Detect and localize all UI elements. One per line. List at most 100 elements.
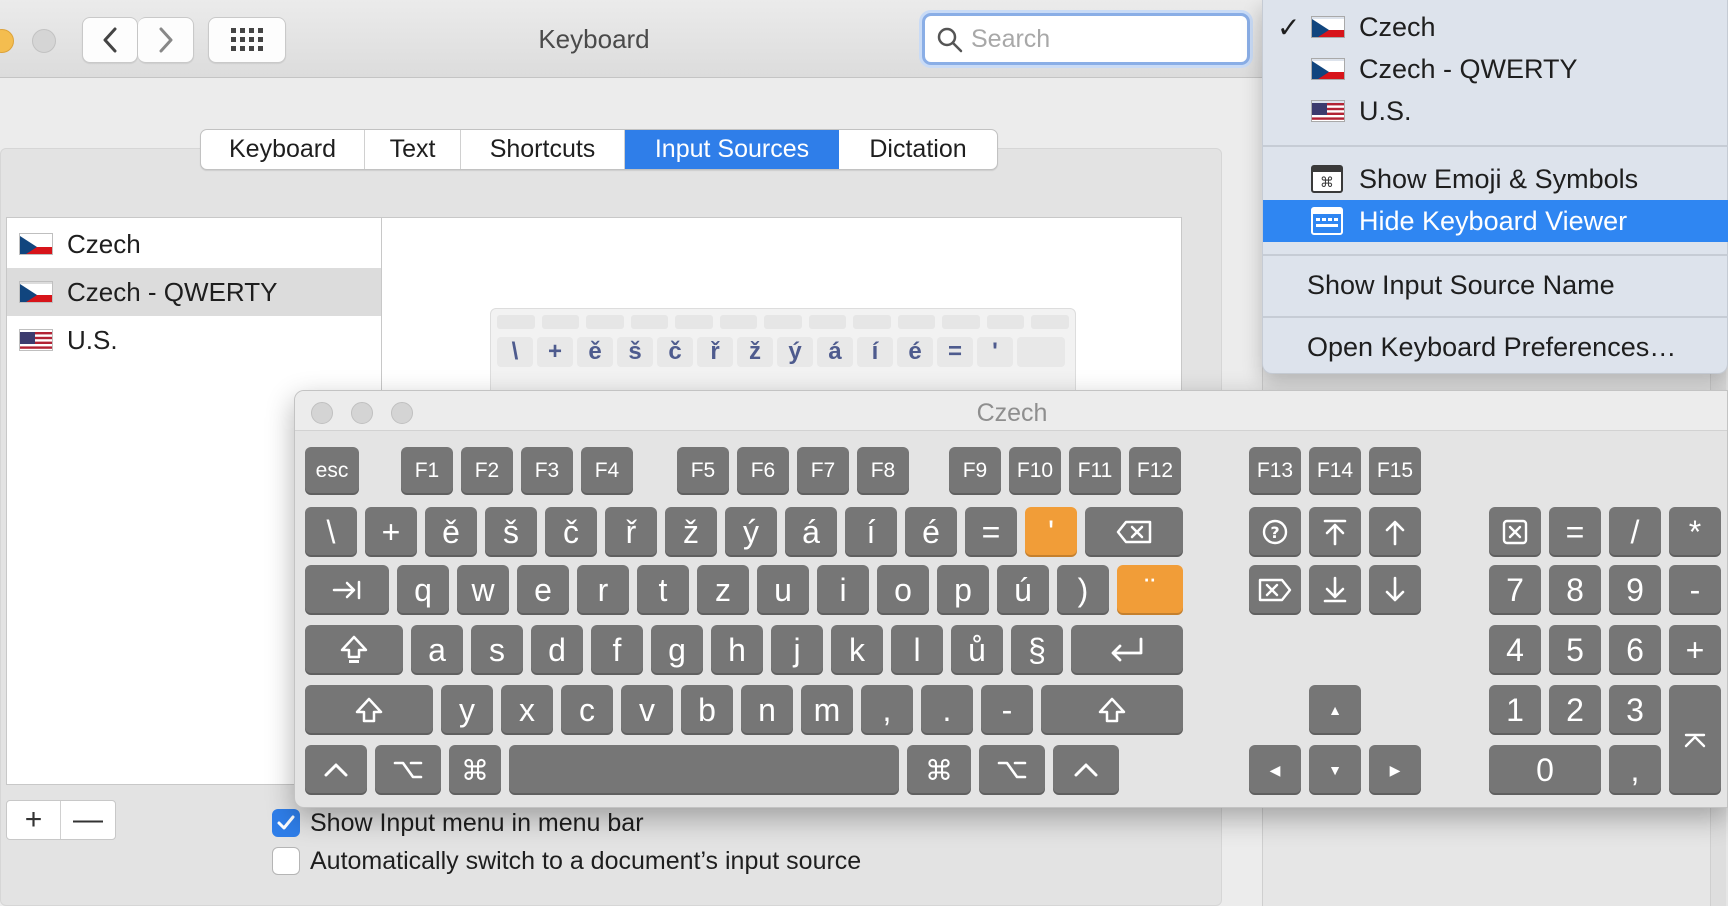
key-l[interactable]: l bbox=[891, 625, 943, 675]
key-v[interactable]: v bbox=[621, 685, 673, 735]
remove-source-button[interactable]: — bbox=[61, 801, 115, 839]
key-f11[interactable]: F11 bbox=[1069, 447, 1121, 495]
key-tab[interactable] bbox=[305, 565, 389, 615]
key-arrow-left[interactable]: ◀ bbox=[1249, 745, 1301, 795]
key-help[interactable]: ? bbox=[1249, 507, 1301, 557]
key-f1[interactable]: F1 bbox=[401, 447, 453, 495]
key-n[interactable]: n bbox=[741, 685, 793, 735]
key-numpad-6[interactable]: 6 bbox=[1609, 625, 1661, 675]
key-space[interactable] bbox=[509, 745, 899, 795]
key-page-up[interactable] bbox=[1369, 507, 1421, 557]
key-y[interactable]: y bbox=[441, 685, 493, 735]
key-umlaut-dead[interactable]: ¨ bbox=[1117, 565, 1183, 615]
tab-input-sources[interactable]: Input Sources bbox=[625, 130, 839, 169]
key-i-acute[interactable]: í bbox=[845, 507, 897, 557]
key-numpad-4[interactable]: 4 bbox=[1489, 625, 1541, 675]
key-numpad-equals[interactable]: = bbox=[1549, 507, 1601, 557]
menu-item-show-emoji[interactable]: ⌘ Show Emoji & Symbols bbox=[1263, 158, 1728, 200]
key-f2[interactable]: F2 bbox=[461, 447, 513, 495]
key-numpad-divide[interactable]: / bbox=[1609, 507, 1661, 557]
key-y-acute[interactable]: ý bbox=[725, 507, 777, 557]
menu-item-us[interactable]: U.S. bbox=[1263, 90, 1728, 132]
key-right-shift[interactable] bbox=[1041, 685, 1183, 735]
key-a-acute[interactable]: á bbox=[785, 507, 837, 557]
key-m[interactable]: m bbox=[801, 685, 853, 735]
menu-item-show-input-source-name[interactable]: Show Input Source Name bbox=[1263, 264, 1728, 306]
key-numpad-5[interactable]: 5 bbox=[1549, 625, 1601, 675]
key-left-control[interactable] bbox=[305, 745, 367, 795]
key-e[interactable]: e bbox=[517, 565, 569, 615]
key-t[interactable]: t bbox=[637, 565, 689, 615]
key-e-caron[interactable]: ě bbox=[425, 507, 477, 557]
key-numpad-multiply[interactable]: * bbox=[1669, 507, 1721, 557]
key-f9[interactable]: F9 bbox=[949, 447, 1001, 495]
auto-switch-option[interactable]: Automatically switch to a document’s inp… bbox=[272, 846, 861, 876]
key-s-caron[interactable]: š bbox=[485, 507, 537, 557]
tab-text[interactable]: Text bbox=[365, 130, 461, 169]
key-f7[interactable]: F7 bbox=[797, 447, 849, 495]
key-c-caron[interactable]: č bbox=[545, 507, 597, 557]
key-numpad-7[interactable]: 7 bbox=[1489, 565, 1541, 615]
key-f3[interactable]: F3 bbox=[521, 447, 573, 495]
key-numpad-9[interactable]: 9 bbox=[1609, 565, 1661, 615]
show-input-menu-checkbox[interactable] bbox=[272, 809, 300, 837]
key-g[interactable]: g bbox=[651, 625, 703, 675]
key-s[interactable]: s bbox=[471, 625, 523, 675]
key-f13[interactable]: F13 bbox=[1249, 447, 1301, 495]
key-arrow-right[interactable]: ▶ bbox=[1369, 745, 1421, 795]
key-end[interactable] bbox=[1309, 565, 1361, 615]
key-arrow-down[interactable]: ▼ bbox=[1309, 745, 1361, 795]
key-numpad-clear[interactable] bbox=[1489, 507, 1541, 557]
key-k[interactable]: k bbox=[831, 625, 883, 675]
key-page-down[interactable] bbox=[1369, 565, 1421, 615]
key-numpad-8[interactable]: 8 bbox=[1549, 565, 1601, 615]
key-z-caron[interactable]: ž bbox=[665, 507, 717, 557]
key-numpad-enter[interactable] bbox=[1669, 685, 1721, 795]
key-a[interactable]: a bbox=[411, 625, 463, 675]
key-x[interactable]: x bbox=[501, 685, 553, 735]
keyboard-viewer-title-bar[interactable]: Czech bbox=[295, 391, 1727, 431]
key-arrow-up[interactable]: ▲ bbox=[1309, 685, 1361, 735]
key-numpad-minus[interactable]: - bbox=[1669, 565, 1721, 615]
key-w[interactable]: w bbox=[457, 565, 509, 615]
search-field[interactable] bbox=[922, 13, 1250, 65]
key-f5[interactable]: F5 bbox=[677, 447, 729, 495]
key-home[interactable] bbox=[1309, 507, 1361, 557]
key-left-shift[interactable] bbox=[305, 685, 433, 735]
key-r[interactable]: r bbox=[577, 565, 629, 615]
menu-item-czech-qwerty[interactable]: Czech - QWERTY bbox=[1263, 48, 1728, 90]
list-item-czech[interactable]: Czech bbox=[7, 220, 381, 268]
key-right-control[interactable] bbox=[1053, 745, 1119, 795]
key-acute-dead[interactable]: ' bbox=[1025, 507, 1077, 557]
key-numpad-3[interactable]: 3 bbox=[1609, 685, 1661, 735]
key-u[interactable]: u bbox=[757, 565, 809, 615]
key-forward-delete[interactable] bbox=[1249, 565, 1301, 615]
key-f4[interactable]: F4 bbox=[581, 447, 633, 495]
key-p[interactable]: p bbox=[937, 565, 989, 615]
key-numpad-0[interactable]: 0 bbox=[1489, 745, 1601, 795]
key-period[interactable]: . bbox=[921, 685, 973, 735]
key-d[interactable]: d bbox=[531, 625, 583, 675]
key-return[interactable] bbox=[1071, 625, 1183, 675]
key-minus[interactable]: - bbox=[981, 685, 1033, 735]
key-backslash[interactable]: \ bbox=[305, 507, 357, 557]
key-q[interactable]: q bbox=[397, 565, 449, 615]
search-input[interactable] bbox=[969, 24, 1239, 54]
key-numpad-2[interactable]: 2 bbox=[1549, 685, 1601, 735]
key-e-acute[interactable]: é bbox=[905, 507, 957, 557]
key-c[interactable]: c bbox=[561, 685, 613, 735]
list-item-czech-qwerty[interactable]: Czech - QWERTY bbox=[7, 268, 381, 316]
add-source-button[interactable]: + bbox=[7, 801, 62, 839]
key-delete[interactable] bbox=[1085, 507, 1183, 557]
key-right-command[interactable]: ⌘ bbox=[907, 745, 971, 795]
key-r-caron[interactable]: ř bbox=[605, 507, 657, 557]
tab-dictation[interactable]: Dictation bbox=[839, 130, 997, 169]
key-u-ring[interactable]: ů bbox=[951, 625, 1003, 675]
key-f[interactable]: f bbox=[591, 625, 643, 675]
key-right-paren[interactable]: ) bbox=[1057, 565, 1109, 615]
key-left-option[interactable] bbox=[375, 745, 441, 795]
menu-item-open-keyboard-preferences[interactable]: Open Keyboard Preferences… bbox=[1263, 326, 1728, 368]
key-equals[interactable]: = bbox=[965, 507, 1017, 557]
key-f10[interactable]: F10 bbox=[1009, 447, 1061, 495]
show-input-menu-option[interactable]: Show Input menu in menu bar bbox=[272, 808, 644, 838]
